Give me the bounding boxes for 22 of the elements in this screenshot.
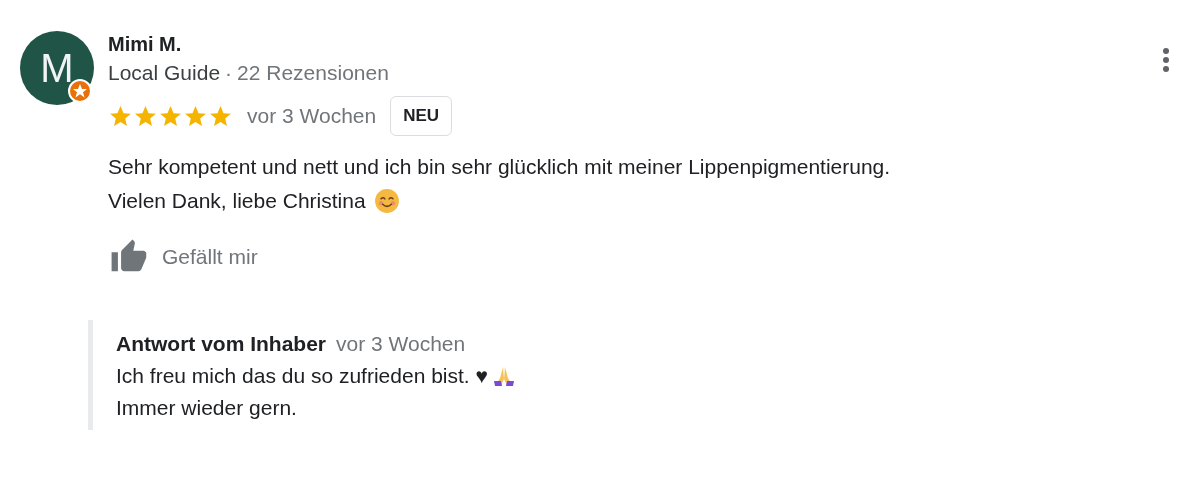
avatar[interactable]: M bbox=[20, 31, 94, 105]
smiling-face-icon bbox=[373, 188, 400, 214]
review-text: Vielen Dank, liebe Christina bbox=[108, 188, 366, 214]
reply-text: Immer wieder gern. bbox=[116, 395, 297, 421]
local-guide-label: Local Guide bbox=[108, 60, 221, 86]
review-count: 22 Rezensionen bbox=[237, 60, 389, 86]
more-options-icon[interactable] bbox=[1162, 47, 1170, 73]
star-icon bbox=[108, 103, 133, 129]
author-name[interactable]: Mimi M. bbox=[108, 31, 1180, 57]
avatar-letter: M bbox=[40, 48, 74, 88]
star-icon bbox=[208, 103, 233, 129]
new-badge: NEU bbox=[390, 96, 453, 136]
reply-date: vor 3 Wochen bbox=[336, 331, 466, 357]
star-icon bbox=[133, 103, 158, 129]
reply-text: Ich freu mich das du so zufrieden bist. ♥ bbox=[116, 363, 488, 389]
like-button[interactable]: Gefällt mir bbox=[108, 238, 258, 276]
star-icon bbox=[183, 103, 208, 129]
review-text: Sehr kompetent und nett und ich bin sehr glücklich mit meiner Lippenpigmentierung. bbox=[108, 154, 891, 180]
star-icon bbox=[158, 103, 183, 129]
owner-reply-title: Antwort vom Inhaber bbox=[116, 331, 326, 357]
review-date: vor 3 Wochen bbox=[247, 104, 377, 128]
separator-dot: · bbox=[225, 60, 233, 86]
